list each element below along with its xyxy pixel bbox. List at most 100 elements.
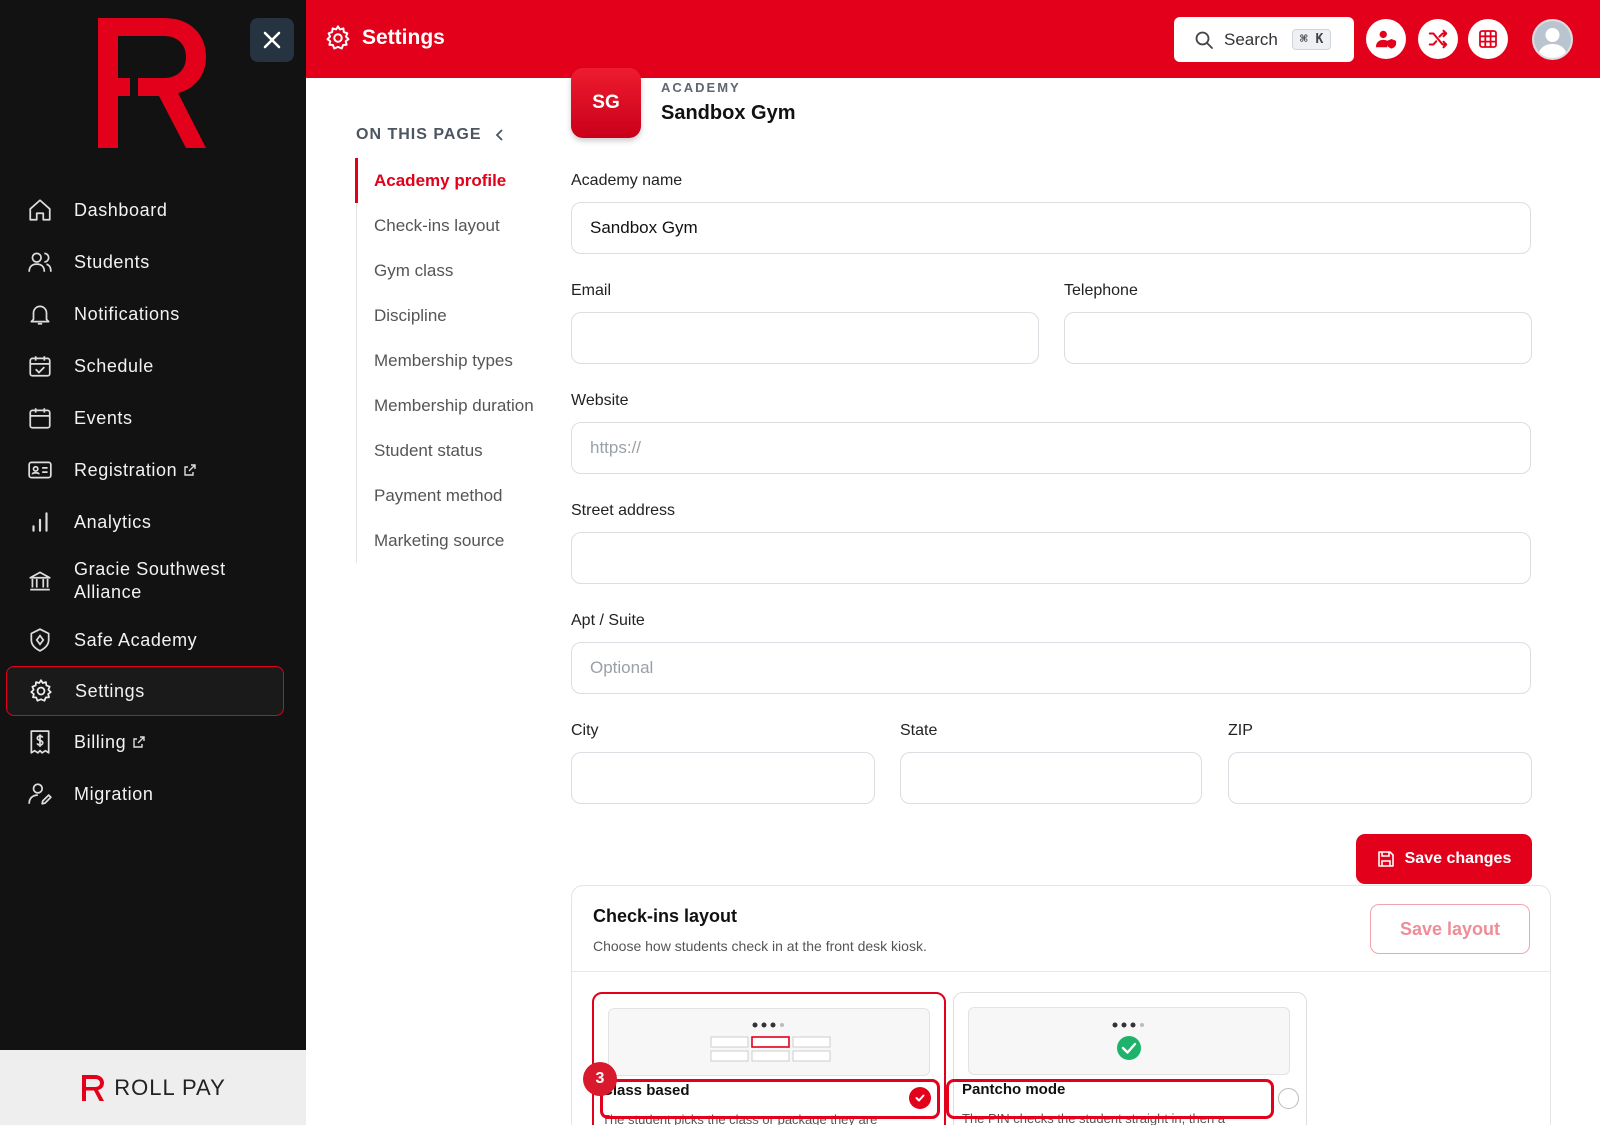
academy-name-label: Academy name: [571, 172, 683, 189]
roll-pay-logo-icon: [82, 1074, 105, 1101]
sidebar-item-registration[interactable]: Registration: [0, 444, 306, 496]
table-grid-icon: [1479, 30, 1497, 48]
page-title: Settings: [324, 24, 445, 52]
search-icon: [1195, 31, 1213, 49]
user-avatar-icon: [1534, 21, 1571, 58]
toc-item-payment-method[interactable]: Payment method: [357, 473, 546, 518]
city-field[interactable]: [571, 752, 875, 804]
top-header: Settings Search ⌘ K: [306, 0, 1600, 78]
check-ins-card-subtitle: Choose how students check in at the fron…: [593, 938, 927, 954]
website-label: Website: [571, 392, 629, 409]
user-edit-icon: [26, 780, 54, 808]
on-this-page-nav: Academy profile Check-ins layout Gym cla…: [355, 158, 546, 563]
pantcho-mode-radio[interactable]: [1278, 1088, 1299, 1109]
state-field[interactable]: [900, 752, 1202, 804]
shield-icon: [26, 626, 54, 654]
close-icon: [263, 31, 281, 49]
city-label: City: [571, 722, 599, 739]
sidebar-item-label: Schedule: [74, 355, 154, 376]
table-grid-button[interactable]: [1468, 19, 1508, 59]
class-based-preview: [608, 1008, 930, 1076]
save-changes-label: Save changes: [1404, 850, 1512, 867]
telephone-field[interactable]: [1064, 312, 1532, 364]
sidebar-item-gracie-southwest-alliance[interactable]: Gracie Southwest Alliance: [0, 548, 306, 614]
institution-icon: [26, 567, 54, 595]
user-shield-button[interactable]: [1366, 19, 1406, 59]
user-shield-icon: [1375, 30, 1397, 49]
pantcho-mode-preview: [968, 1007, 1290, 1075]
apt-suite-label: Apt / Suite: [571, 612, 645, 629]
avatar[interactable]: [1532, 19, 1573, 60]
grid-preview-icon: [710, 1022, 831, 1062]
sidebar: Dashboard Students Notifications Schedul…: [0, 0, 306, 1125]
sidebar-item-billing[interactable]: Billing: [0, 716, 306, 768]
academy-name-input[interactable]: [571, 202, 1531, 254]
sidebar-item-label: Settings: [75, 680, 145, 701]
chevron-left-icon[interactable]: [494, 128, 504, 142]
users-icon: [26, 248, 54, 276]
shuffle-button[interactable]: [1418, 19, 1458, 59]
gear-icon: [27, 677, 55, 705]
calendar-check-icon: [26, 352, 54, 380]
sidebar-item-schedule[interactable]: Schedule: [0, 340, 306, 392]
on-this-page-heading: ON THIS PAGE: [356, 126, 504, 144]
toc-item-gym-class[interactable]: Gym class: [357, 248, 546, 293]
email-label: Email: [571, 282, 612, 299]
calendar-icon: [26, 404, 54, 432]
sidebar-item-dashboard[interactable]: Dashboard: [0, 184, 306, 236]
sidebar-item-label: Gracie Southwest Alliance: [74, 559, 226, 602]
external-link-icon: [183, 463, 197, 477]
sidebar-footer: ROLL PAY: [0, 1050, 306, 1125]
search-button[interactable]: Search ⌘ K: [1174, 17, 1354, 62]
bar-chart-icon: [26, 508, 54, 536]
toc-item-student-status[interactable]: Student status: [357, 428, 546, 473]
website-field[interactable]: [571, 422, 1531, 474]
close-sidebar-button[interactable]: [250, 18, 294, 62]
layout-option-class-based[interactable]: Class based The student picks the class …: [592, 992, 946, 1125]
sidebar-item-label: Analytics: [74, 511, 152, 532]
toc-item-membership-types[interactable]: Membership types: [357, 338, 546, 383]
sidebar-item-migration[interactable]: Migration: [0, 768, 306, 820]
id-card-icon: [26, 456, 54, 484]
academy-kicker: ACADEMY: [661, 80, 741, 95]
sidebar-item-label: Safe Academy: [74, 629, 198, 650]
home-icon: [26, 196, 54, 224]
roll-logo-icon: [98, 18, 206, 148]
sidebar-item-label: Billing: [74, 731, 127, 752]
sidebar-item-settings[interactable]: Settings: [6, 666, 284, 716]
footer-brand: ROLL PAY: [114, 1074, 226, 1100]
sidebar-item-events[interactable]: Events: [0, 392, 306, 444]
save-changes-button[interactable]: Save changes: [1356, 834, 1532, 884]
page-title-text: Settings: [362, 26, 445, 49]
card-divider: [572, 971, 1550, 972]
sidebar-item-safe-academy[interactable]: Safe Academy: [0, 614, 306, 666]
shuffle-icon: [1428, 29, 1448, 49]
toc-item-membership-duration[interactable]: Membership duration: [357, 383, 546, 428]
telephone-label: Telephone: [1064, 282, 1138, 299]
external-link-icon: [132, 735, 146, 749]
sidebar-item-students[interactable]: Students: [0, 236, 306, 288]
street-address-field[interactable]: [571, 532, 1531, 584]
sidebar-item-analytics[interactable]: Analytics: [0, 496, 306, 548]
check-ins-card-title: Check-ins layout: [593, 906, 738, 926]
save-layout-button[interactable]: Save layout: [1370, 904, 1530, 954]
selected-check-icon: [909, 1087, 931, 1109]
layout-option-pantcho-mode[interactable]: Pantcho mode The PIN checks the student …: [953, 992, 1307, 1125]
state-label: State: [900, 722, 938, 739]
email-field[interactable]: [571, 312, 1039, 364]
toc-item-discipline[interactable]: Discipline: [357, 293, 546, 338]
search-shortcut: ⌘ K: [1291, 29, 1332, 50]
academy-initials-badge: SG: [571, 68, 641, 138]
floppy-disk-icon: [1377, 850, 1395, 868]
toc-item-academy-profile[interactable]: Academy profile: [355, 158, 546, 203]
toc-item-marketing-source[interactable]: Marketing source: [357, 518, 546, 563]
sidebar-nav: Dashboard Students Notifications Schedul…: [0, 184, 306, 820]
zip-field[interactable]: [1228, 752, 1532, 804]
apt-suite-field[interactable]: [571, 642, 1531, 694]
toc-item-check-ins-layout[interactable]: Check-ins layout: [357, 203, 546, 248]
sidebar-item-notifications[interactable]: Notifications: [0, 288, 306, 340]
gear-icon: [324, 24, 352, 52]
sidebar-item-label: Registration: [74, 459, 178, 480]
sidebar-item-label: Notifications: [74, 303, 180, 324]
sidebar-item-label: Migration: [74, 783, 154, 804]
